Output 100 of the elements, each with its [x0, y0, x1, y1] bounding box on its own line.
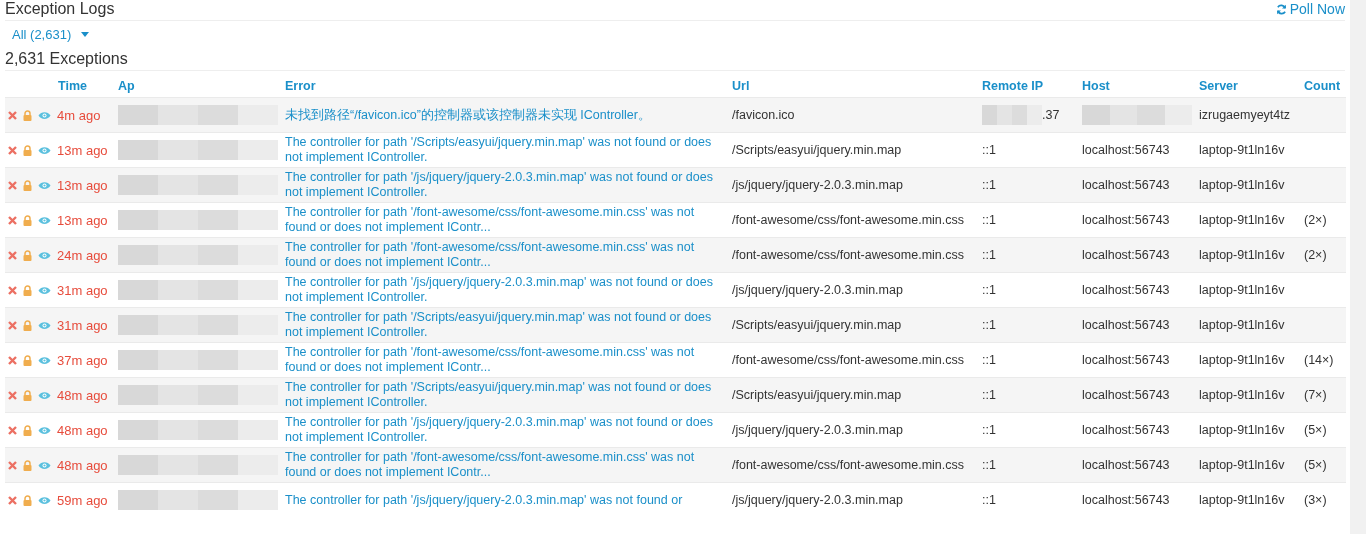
count-cell: (2×) — [1304, 248, 1327, 262]
column-header[interactable]: Remote IP — [982, 79, 1044, 93]
server-cell: laptop-9t1ln16v — [1199, 493, 1285, 508]
host-cell: localhost:56743 — [1082, 423, 1170, 437]
lock-icon[interactable] — [23, 354, 32, 366]
server-cell: laptop-9t1ln16v — [1199, 213, 1285, 227]
delete-icon[interactable] — [8, 180, 17, 190]
error-link[interactable]: 未找到路径“/favicon.ico”的控制器或该控制器未实现 IController。 — [285, 107, 726, 123]
column-header[interactable]: Host — [1082, 79, 1110, 93]
delete-icon[interactable] — [8, 425, 17, 435]
url-cell: /Scripts/easyui/jquery.min.map — [732, 318, 902, 332]
error-link[interactable]: The controller for path '/js/jquery/jquery-2.0.3.min.map' was not found or — [285, 492, 726, 508]
column-header[interactable]: Ap — [118, 79, 135, 93]
server-cell: laptop-9t1ln16v — [1199, 458, 1285, 472]
remote-ip-cell: ::1 — [982, 283, 996, 297]
remote-ip-cell: ::1 — [982, 178, 996, 192]
lock-icon[interactable] — [23, 109, 32, 121]
poll-now-link[interactable]: Poll Now — [1275, 1, 1345, 17]
url-cell: /font-awesome/css/font-awesome.min.css — [732, 213, 965, 227]
time-cell: 4m ago — [57, 107, 101, 123]
time-cell: 24m ago — [57, 247, 108, 263]
eye-icon[interactable] — [38, 285, 51, 295]
lock-icon[interactable] — [23, 389, 32, 401]
column-header[interactable]: Time — [58, 79, 87, 93]
remote-ip-cell: ::1 — [982, 423, 996, 437]
column-header[interactable]: Url — [732, 79, 750, 93]
delete-icon[interactable] — [8, 285, 17, 295]
page-title: Exception Logs — [5, 0, 115, 18]
error-link[interactable]: The controller for path '/font-awesome/css/font-awesome.min.css' was not found or does not implement IContr... — [285, 240, 726, 270]
column-header[interactable]: Server — [1199, 79, 1238, 93]
lock-icon[interactable] — [23, 214, 32, 226]
count-cell: (7×) — [1304, 388, 1327, 402]
delete-icon[interactable] — [8, 460, 17, 470]
lock-icon[interactable] — [23, 319, 32, 331]
eye-icon[interactable] — [38, 320, 51, 330]
eye-icon[interactable] — [38, 425, 51, 435]
time-cell: 48m ago — [57, 387, 108, 403]
eye-icon[interactable] — [38, 110, 51, 120]
error-link[interactable]: The controller for path '/font-awesome/css/font-awesome.min.css' was not found or does not implement IContr... — [285, 205, 726, 235]
eye-icon[interactable] — [38, 390, 51, 400]
error-link[interactable]: The controller for path '/js/jquery/jquery-2.0.3.min.map' was not found or does not implement IController. — [285, 415, 726, 445]
count-cell: (14×) — [1304, 353, 1334, 367]
delete-icon[interactable] — [8, 495, 17, 505]
time-cell: 13m ago — [57, 212, 108, 228]
time-cell: 13m ago — [57, 177, 108, 193]
remote-ip-cell: ::1 — [982, 213, 996, 227]
lock-icon[interactable] — [23, 179, 32, 191]
eye-icon[interactable] — [38, 145, 51, 155]
error-link[interactable]: The controller for path '/Scripts/easyui/jquery.min.map' was not found or does not implement IController. — [285, 380, 726, 410]
delete-icon[interactable] — [8, 145, 17, 155]
delete-icon[interactable] — [8, 250, 17, 260]
delete-icon[interactable] — [8, 355, 17, 365]
eye-icon[interactable] — [38, 495, 51, 505]
host-cell: localhost:56743 — [1082, 248, 1170, 262]
lock-icon[interactable] — [23, 249, 32, 261]
eye-icon[interactable] — [38, 180, 51, 190]
error-link[interactable]: The controller for path '/Scripts/easyui/jquery.min.map' was not found or does not implement IController. — [285, 310, 726, 340]
count-cell: (3×) — [1304, 493, 1327, 508]
lock-icon[interactable] — [23, 424, 32, 436]
eye-icon[interactable] — [38, 355, 51, 365]
delete-icon[interactable] — [8, 320, 17, 330]
time-cell: 37m ago — [57, 352, 108, 368]
column-header[interactable]: Count — [1304, 79, 1341, 93]
time-cell: 48m ago — [57, 422, 108, 438]
delete-icon[interactable] — [8, 390, 17, 400]
eye-icon[interactable] — [38, 460, 51, 470]
host-cell: localhost:56743 — [1082, 458, 1170, 472]
delete-icon[interactable] — [8, 215, 17, 225]
host-cell: localhost:56743 — [1082, 388, 1170, 402]
server-cell: izrugaemyeyt4tz — [1199, 108, 1290, 122]
lock-icon[interactable] — [23, 459, 32, 471]
server-cell: laptop-9t1ln16v — [1199, 388, 1285, 402]
url-cell: /font-awesome/css/font-awesome.min.css — [732, 458, 965, 472]
url-cell: /font-awesome/css/font-awesome.min.css — [732, 248, 965, 262]
count-cell: (2×) — [1304, 213, 1327, 227]
eye-icon[interactable] — [38, 250, 51, 260]
error-link[interactable]: The controller for path '/Scripts/easyui/jquery.min.map' was not found or does not implement IController. — [285, 135, 726, 165]
host-cell: localhost:56743 — [1082, 283, 1170, 297]
host-cell: localhost:56743 — [1082, 493, 1170, 508]
error-link[interactable]: The controller for path '/js/jquery/jquery-2.0.3.min.map' was not found or does not implement IController. — [285, 275, 726, 305]
lock-icon[interactable] — [23, 284, 32, 296]
error-link[interactable]: The controller for path '/font-awesome/css/font-awesome.min.css' was not found or does not implement IContr... — [285, 345, 726, 375]
time-cell: 31m ago — [57, 317, 108, 333]
remote-ip-cell: ::1 — [982, 353, 996, 367]
delete-icon[interactable] — [8, 110, 17, 120]
url-cell: /js/jquery/jquery-2.0.3.min.map — [732, 493, 903, 508]
lock-icon[interactable] — [23, 494, 32, 506]
error-link[interactable]: The controller for path '/js/jquery/jquery-2.0.3.min.map' was not found or does not implement IController. — [285, 170, 726, 200]
column-header[interactable]: Error — [285, 79, 316, 93]
remote-ip-cell: ::1 — [982, 388, 996, 402]
host-cell: localhost:56743 — [1082, 178, 1170, 192]
error-link[interactable]: The controller for path '/font-awesome/css/font-awesome.min.css' was not found or does not implement IContr... — [285, 450, 726, 480]
filter-dropdown[interactable]: All (2,631) — [5, 23, 97, 46]
refresh-icon — [1275, 3, 1287, 15]
remote-ip-cell: ::1 — [982, 143, 996, 157]
count-cell: (5×) — [1304, 423, 1327, 437]
lock-icon[interactable] — [23, 144, 32, 156]
eye-icon[interactable] — [38, 215, 51, 225]
remote-ip-cell: ::1 — [982, 248, 996, 262]
remote-ip-cell: ::1 — [982, 318, 996, 332]
